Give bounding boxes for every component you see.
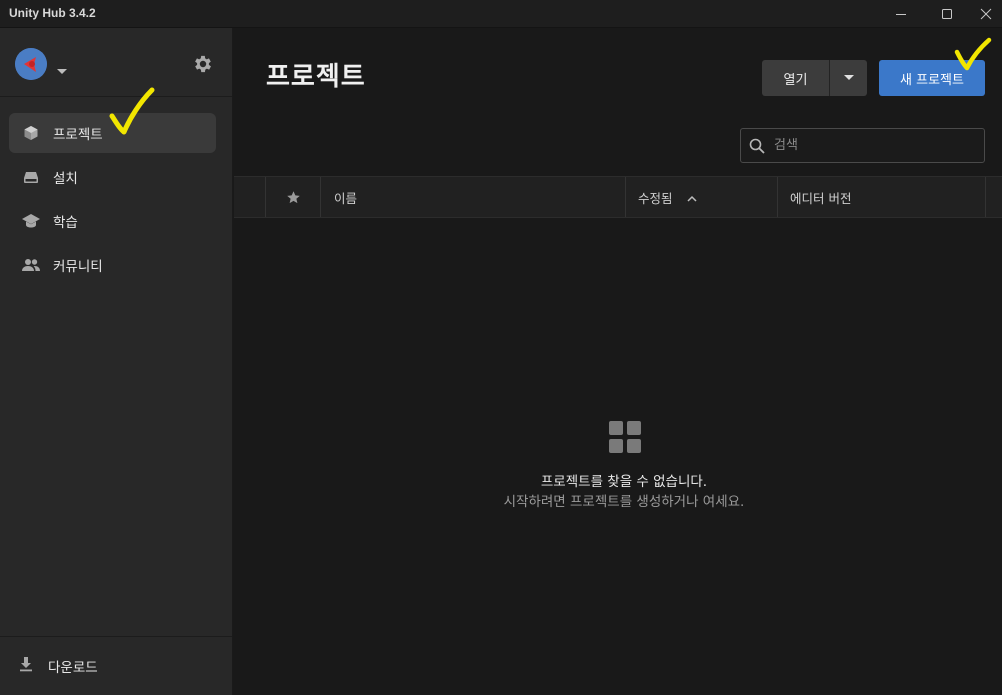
avatar[interactable] (15, 48, 47, 80)
column-modified-label: 수정됨 (638, 190, 673, 206)
open-button-group: 열기 (762, 60, 867, 96)
sidebar-item-label: 프로젝트 (53, 127, 103, 143)
column-editor-version-label: 에디터 버전 (790, 190, 852, 206)
sidebar-item-community[interactable]: 커뮤니티 (9, 245, 216, 285)
maximize-button[interactable] (924, 0, 970, 28)
sidebar-item-installs[interactable]: 설치 (9, 157, 216, 197)
minimize-button[interactable] (878, 0, 924, 28)
select-column[interactable] (234, 177, 266, 217)
search-icon (749, 138, 765, 154)
empty-state-subtitle: 시작하려면 프로젝트를 생성하거나 여세요. (503, 494, 745, 510)
open-dropdown-button[interactable] (830, 60, 867, 96)
grid-icon (609, 421, 641, 457)
table-header: 이름 수정됨 에디터 버전 (234, 176, 1002, 218)
account-dropdown-icon[interactable] (57, 60, 67, 79)
gear-icon[interactable] (192, 53, 214, 79)
chevron-down-icon (843, 75, 854, 80)
column-name-label: 이름 (334, 190, 358, 206)
search-input[interactable] (774, 138, 974, 153)
sidebar-item-learn[interactable]: 학습 (9, 201, 216, 241)
minimize-icon (896, 14, 906, 15)
open-button[interactable]: 열기 (762, 60, 830, 96)
page-title: 프로젝트 (266, 62, 366, 92)
sidebar-item-label: 학습 (53, 215, 78, 231)
app-title: Unity Hub 3.4.2 (9, 6, 96, 20)
empty-state-title: 프로젝트를 찾을 수 없습니다. (540, 474, 708, 490)
favorite-column[interactable] (266, 177, 321, 217)
star-icon (286, 190, 300, 203)
graduation-cap-icon (22, 212, 40, 230)
drive-icon (22, 168, 40, 186)
annotation-checkmark-icon (109, 87, 155, 135)
downloads-label: 다운로드 (48, 660, 98, 676)
cube-icon (22, 124, 40, 142)
download-icon (18, 656, 34, 676)
main-panel: 프로젝트 열기 새 프로젝트 이름 수정됨 에디터 버전 (234, 28, 1002, 695)
sidebar-item-label: 설치 (53, 171, 78, 187)
sidebar-item-label: 커뮤니티 (53, 259, 103, 275)
title-bar: Unity Hub 3.4.2 (0, 0, 1002, 28)
user-avatar-icon (15, 48, 47, 80)
maximize-icon (942, 9, 952, 19)
close-icon (980, 8, 992, 20)
column-modified[interactable]: 수정됨 (626, 177, 778, 217)
downloads-button[interactable]: 다운로드 (0, 636, 232, 695)
column-editor-version[interactable]: 에디터 버전 (778, 177, 986, 217)
sidebar-nav: 프로젝트 설치 학습 커뮤니티 (9, 113, 216, 289)
chevron-up-icon (686, 190, 697, 205)
close-button[interactable] (970, 0, 1002, 28)
search-box (740, 128, 985, 163)
column-name[interactable]: 이름 (321, 177, 626, 217)
annotation-checkmark-icon (954, 37, 992, 71)
people-icon (22, 256, 40, 274)
